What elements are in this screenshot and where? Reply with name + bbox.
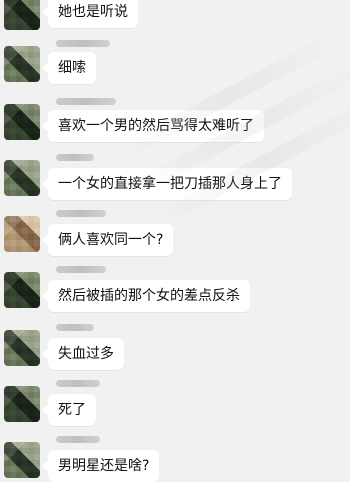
avatar[interactable] bbox=[4, 104, 40, 140]
avatar[interactable] bbox=[4, 330, 40, 366]
message-bubble-7: 死了 bbox=[42, 394, 96, 426]
message-row-3: 一个女的直接拿一把刀插那人身上了 bbox=[0, 150, 350, 204]
sender-name-blur bbox=[56, 40, 110, 47]
message-text-7: 死了 bbox=[58, 402, 86, 418]
message-row-1: 细嗦 bbox=[0, 38, 350, 90]
message-row-5: 然后被插的那个女的差点反杀 bbox=[0, 262, 350, 316]
message-bubble-5: 然后被插的那个女的差点反杀 bbox=[42, 280, 250, 312]
sender-name-blur bbox=[56, 380, 100, 387]
sender-name-blur bbox=[56, 98, 116, 105]
sender-name-blur bbox=[56, 436, 100, 443]
message-row-8: 男明星还是啥? bbox=[0, 432, 350, 482]
avatar[interactable] bbox=[4, 216, 40, 252]
message-row-4: 俩人喜欢同一个? bbox=[0, 206, 350, 260]
message-bubble-0: 她也是听说 bbox=[42, 0, 138, 28]
message-bubble-4: 俩人喜欢同一个? bbox=[41, 224, 174, 256]
avatar[interactable] bbox=[4, 386, 40, 422]
avatar[interactable] bbox=[4, 272, 40, 308]
message-bubble-1: 细嗦 bbox=[42, 52, 96, 84]
message-text-0: 她也是听说 bbox=[58, 4, 128, 20]
message-bubble-6: 失血过多 bbox=[42, 338, 124, 370]
message-text-1: 细嗦 bbox=[58, 60, 86, 76]
message-bubble-8: 男明星还是啥? bbox=[41, 450, 160, 482]
message-row-7: 死了 bbox=[0, 376, 350, 430]
sender-name-blur bbox=[56, 324, 94, 331]
message-row-2: 喜欢一个男的然后骂得太难听了 bbox=[0, 94, 350, 146]
avatar[interactable] bbox=[4, 442, 40, 478]
message-row-0: 她也是听说 bbox=[0, 0, 350, 34]
message-text-2: 喜欢一个男的然后骂得太难听了 bbox=[58, 118, 254, 134]
sender-name-blur bbox=[56, 266, 106, 273]
sender-name-blur bbox=[56, 154, 94, 161]
avatar[interactable] bbox=[4, 160, 40, 196]
sender-name-blur bbox=[56, 210, 106, 217]
message-row-6: 失血过多 bbox=[0, 320, 350, 374]
message-text-4: 俩人喜欢同一个? bbox=[58, 232, 164, 248]
avatar[interactable] bbox=[4, 46, 40, 82]
message-text-8: 男明星还是啥? bbox=[58, 458, 150, 474]
message-bubble-3: 一个女的直接拿一把刀插那人身上了 bbox=[42, 168, 292, 200]
avatar[interactable] bbox=[4, 0, 40, 30]
chat-transcript: 她也是听说 细嗦 喜欢一个男的然后骂得太难听了 一个女的直接拿一把刀插那人身上了… bbox=[0, 0, 350, 482]
message-bubble-2: 喜欢一个男的然后骂得太难听了 bbox=[42, 110, 264, 142]
message-text-6: 失血过多 bbox=[58, 346, 114, 362]
message-text-3: 一个女的直接拿一把刀插那人身上了 bbox=[58, 176, 282, 192]
message-text-5: 然后被插的那个女的差点反杀 bbox=[58, 288, 240, 304]
